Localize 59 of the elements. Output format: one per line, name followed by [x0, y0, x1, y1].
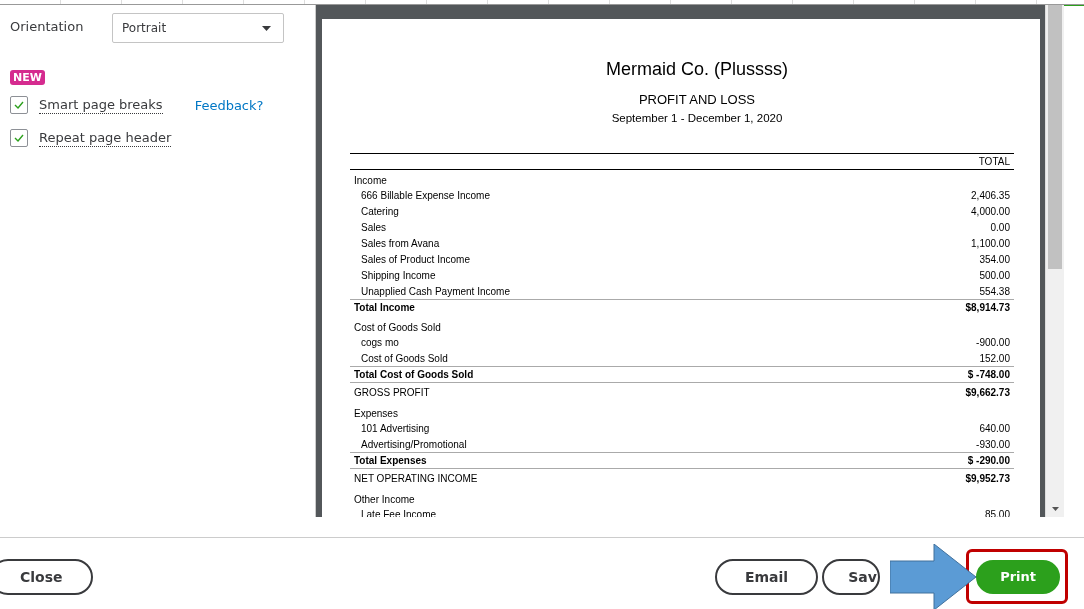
arrow-icon — [890, 544, 976, 609]
row-value: $ -748.00 — [967, 369, 1010, 380]
row-label: Cost of Goods Sold — [354, 322, 441, 333]
row-label: Total Income — [354, 302, 415, 313]
row-label: Shipping Income — [360, 269, 436, 281]
row-value: 152.00 — [979, 352, 1010, 364]
row-label: NET OPERATING INCOME — [354, 472, 478, 484]
new-badge: NEW — [10, 70, 45, 85]
report-title: PROFIT AND LOSS — [637, 92, 757, 107]
row-label: Expenses — [354, 408, 398, 419]
footer-button[interactable]: Sav — [822, 558, 881, 595]
row-label: Late Fee Income — [360, 508, 437, 517]
scroll-down-icon[interactable] — [1052, 507, 1059, 511]
row-value: 0.00 — [990, 221, 1010, 233]
row-label: Cost of Goods Sold — [360, 352, 448, 364]
row-label: 101 Advertising — [360, 422, 430, 434]
row-label: Income — [354, 174, 387, 186]
feedback-link[interactable]: Feedback? — [194, 97, 264, 113]
caret-icon — [262, 25, 271, 31]
report-period: September 1 - December 1, 2020 — [610, 112, 784, 124]
row-label: Sales — [360, 221, 386, 233]
row-label: Advertising/Promotional — [360, 438, 467, 450]
row-value: 640.00 — [979, 422, 1010, 434]
orientation-dropdown[interactable]: Portrait — [112, 13, 284, 43]
row-label: cogs mo — [360, 336, 399, 348]
row-value: $8,914.73 — [965, 302, 1010, 313]
checkbox[interactable] — [10, 96, 28, 114]
row-value: 500.00 — [979, 269, 1010, 281]
scrollbar[interactable] — [1045, 5, 1064, 517]
row-label: GROSS PROFIT — [354, 386, 430, 398]
company-name: Mermaid Co. (Plussss) — [605, 59, 789, 80]
row-value: -930.00 — [976, 438, 1010, 450]
row-label: Catering — [360, 205, 399, 217]
row-label: Total Cost of Goods Sold — [354, 369, 474, 380]
row-value: $9,662.73 — [965, 386, 1010, 398]
row-label: Other Income — [354, 494, 415, 505]
row-label: 666 Billable Expense Income — [360, 189, 490, 201]
close-button[interactable]: Close — [0, 558, 93, 595]
row-value: 354.00 — [979, 253, 1010, 265]
option-label[interactable]: Smart page breaks — [39, 96, 163, 114]
footer-button[interactable]: Email — [714, 558, 819, 595]
row-value: $ -290.00 — [967, 455, 1010, 466]
row-value: 2,406.35 — [971, 189, 1010, 201]
row-value: 4,000.00 — [971, 205, 1010, 217]
check-icon — [14, 101, 24, 109]
row-label: Total Expenses — [354, 455, 427, 466]
column-header: TOTAL — [978, 156, 1010, 167]
orientation-label: Orientation — [10, 18, 85, 34]
row-label: Sales of Product Income — [360, 253, 470, 265]
row-label: Sales from Avana — [360, 237, 440, 249]
row-value: 1,100.00 — [971, 237, 1010, 249]
check-icon — [14, 134, 24, 142]
row-label: Unapplied Cash Payment Income — [360, 285, 510, 297]
row-value: -900.00 — [976, 336, 1010, 348]
row-value: 85.00 — [984, 508, 1010, 517]
option-label[interactable]: Repeat page header — [39, 129, 172, 147]
checkbox[interactable] — [10, 129, 28, 147]
row-value: 554.38 — [979, 285, 1010, 297]
row-value: $9,952.73 — [965, 472, 1010, 484]
